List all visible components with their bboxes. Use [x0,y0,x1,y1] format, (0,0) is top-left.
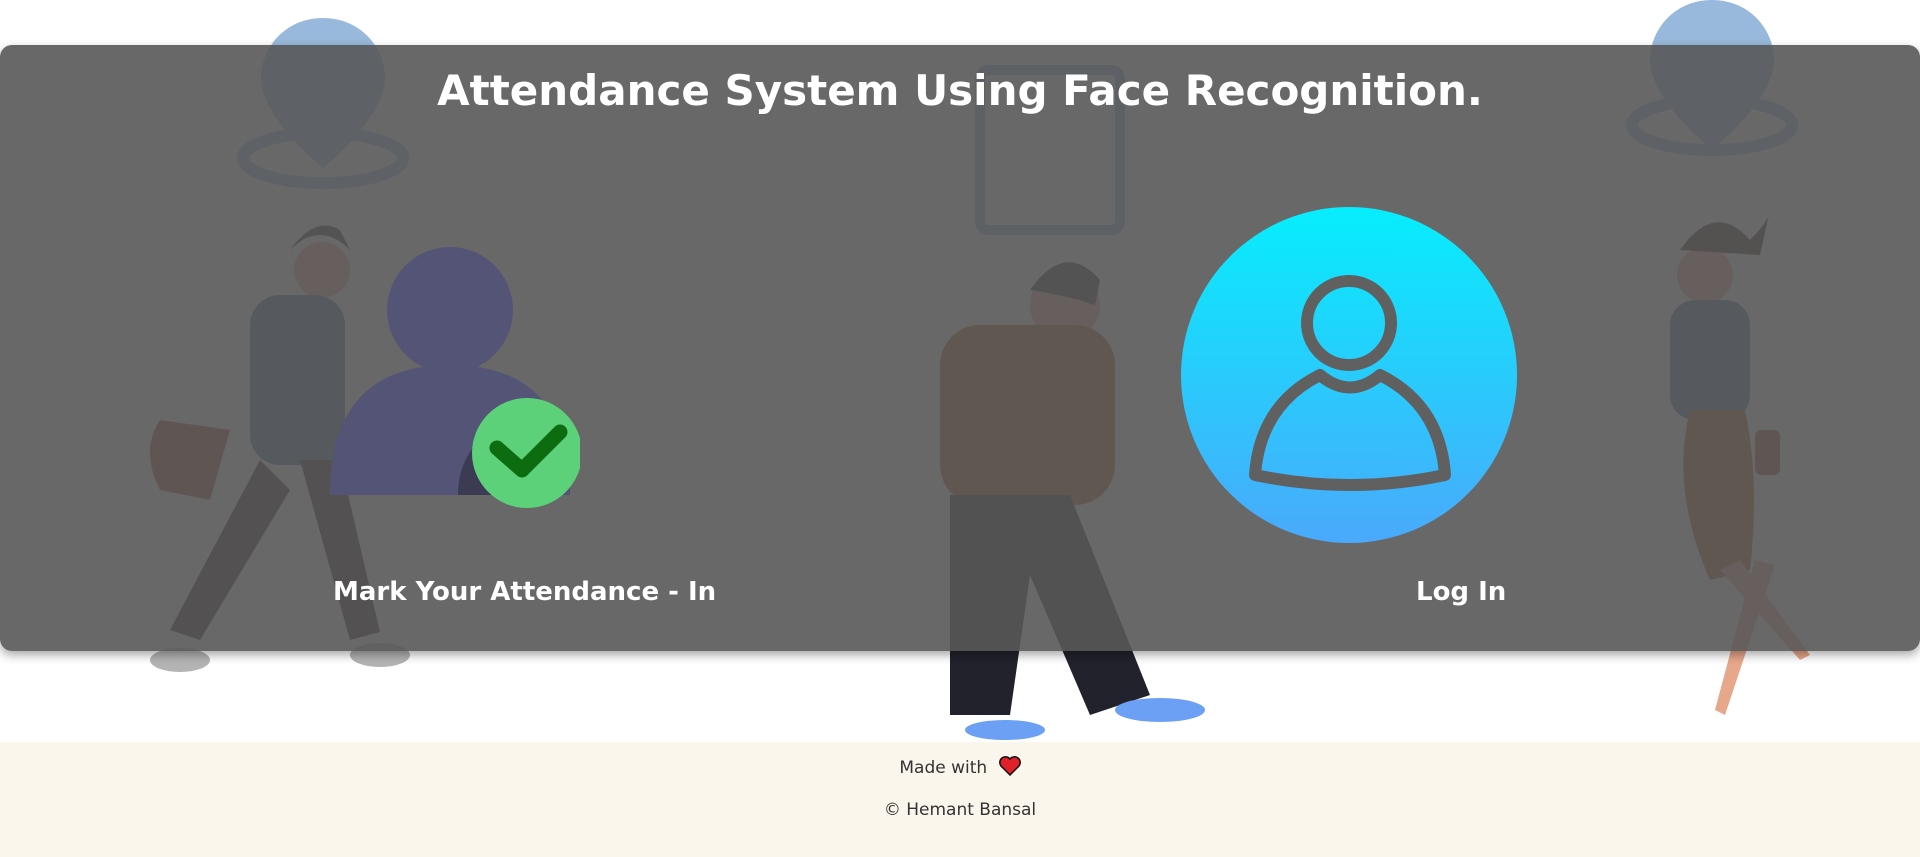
made-with-text: Made with [899,758,988,778]
user-circle-icon [1181,207,1517,543]
page-footer: Made with © Hemant Bansal [0,742,1920,857]
copyright-text: © Hemant Bansal [883,800,1037,820]
heart-icon [998,756,1021,781]
login-label: Log In [1416,577,1507,607]
page-title: Attendance System Using Face Recognition… [437,66,1483,115]
mark-attendance-in-label: Mark Your Attendance - In [333,577,717,607]
mark-attendance-in-button[interactable]: Mark Your Attendance - In [310,240,716,620]
user-check-icon [330,247,580,508]
login-button[interactable]: Log In [1170,205,1570,620]
made-with-line: Made with [0,756,1920,781]
main-panel [0,45,1920,651]
